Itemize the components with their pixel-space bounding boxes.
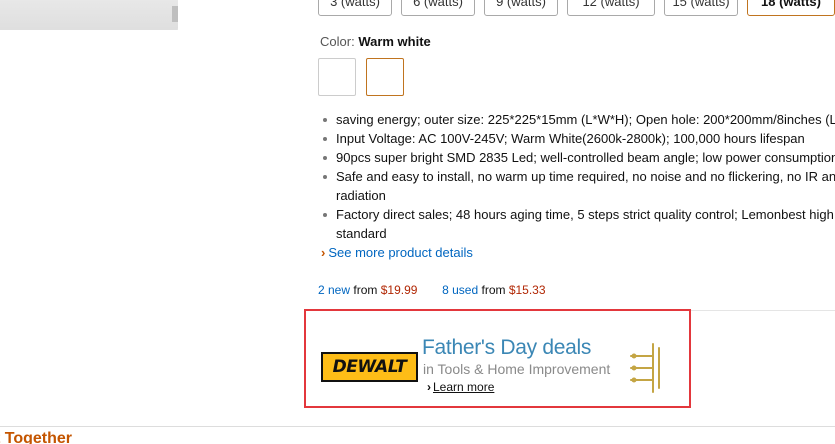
new-offers-link[interactable]: 2 new xyxy=(318,283,350,297)
color-swatch-warm-white[interactable] xyxy=(366,58,404,96)
size-option-3w[interactable]: 3 (watts) xyxy=(318,0,392,16)
led-driver-connector xyxy=(172,6,178,22)
feature-text: Input Voltage: AC 100V-245V; Warm White(… xyxy=(336,131,805,146)
used-offers-price: $15.33 xyxy=(508,283,546,297)
size-option-label: 9 (watts) xyxy=(496,0,546,9)
size-option-6w[interactable]: 6 (watts) xyxy=(401,0,475,16)
learn-more-label: Learn more xyxy=(433,380,495,394)
ad-headline: Father's Day deals xyxy=(422,336,592,359)
color-selected-value: Warm white xyxy=(358,34,431,49)
size-option-15w[interactable]: 15 (watts) xyxy=(664,0,738,16)
offer-listing: 2 new from $19.99 8 used from $15.33 xyxy=(318,283,546,297)
feature-text: Safe and easy to install, no warm up tim… xyxy=(336,169,835,184)
size-option-18w[interactable]: 18 (watts) xyxy=(747,0,835,16)
color-label-prefix: Color: xyxy=(320,34,355,49)
dewalt-logo: DEWALT xyxy=(321,352,418,382)
tool-outline-icon xyxy=(630,343,660,393)
feature-bullet: 90pcs super bright SMD 2835 Led; well-co… xyxy=(320,148,835,167)
fathers-day-ad-banner[interactable]: DEWALT Father's Day deals in Tools & Hom… xyxy=(304,309,691,408)
size-option-label: 15 (watts) xyxy=(672,0,730,9)
learn-more-link[interactable]: › Learn more xyxy=(427,380,494,394)
see-more-details-link[interactable]: › See more product details xyxy=(321,245,473,260)
feature-text: Factory direct sales; 48 hours aging tim… xyxy=(336,207,834,222)
size-option-label: 3 (watts) xyxy=(330,0,380,9)
led-panel-shape xyxy=(0,0,178,30)
dewalt-logo-text: DEWALT xyxy=(332,357,407,377)
feature-text-continued: standard xyxy=(336,226,387,241)
new-offers-from: from xyxy=(353,283,378,297)
ad-subline: in Tools & Home Improvement xyxy=(423,361,611,377)
feature-text: 90pcs super bright SMD 2835 Led; well-co… xyxy=(336,150,835,165)
feature-text-continued: radiation xyxy=(336,188,386,203)
feature-bullet: Factory direct sales; 48 hours aging tim… xyxy=(320,205,835,243)
size-option-label: 18 (watts) xyxy=(761,0,821,9)
see-more-label: See more product details xyxy=(328,245,473,260)
chevron-right-icon: › xyxy=(427,380,431,394)
section-divider xyxy=(0,426,835,427)
size-option-label: 6 (watts) xyxy=(413,0,463,9)
size-option-12w[interactable]: 12 (watts) xyxy=(567,0,655,16)
frequently-bought-together-heading: t Together xyxy=(0,430,73,444)
color-swatch-white[interactable] xyxy=(318,58,356,96)
product-image[interactable] xyxy=(0,0,178,30)
feature-text: saving energy; outer size: 225*225*15mm … xyxy=(336,112,835,127)
feature-bullets: saving energy; outer size: 225*225*15mm … xyxy=(320,110,835,243)
size-option-label: 12 (watts) xyxy=(582,0,640,9)
size-option-9w[interactable]: 9 (watts) xyxy=(484,0,558,16)
feature-bullet: Safe and easy to install, no warm up tim… xyxy=(320,167,835,205)
feature-bullet: Input Voltage: AC 100V-245V; Warm White(… xyxy=(320,129,835,148)
used-offers-link[interactable]: 8 used xyxy=(442,283,478,297)
used-offers-from: from xyxy=(481,283,506,297)
chevron-right-icon: › xyxy=(321,245,326,260)
new-offers-price: $19.99 xyxy=(380,283,418,297)
feature-bullet: saving energy; outer size: 225*225*15mm … xyxy=(320,110,835,129)
color-label: Color: Warm white xyxy=(320,34,431,49)
